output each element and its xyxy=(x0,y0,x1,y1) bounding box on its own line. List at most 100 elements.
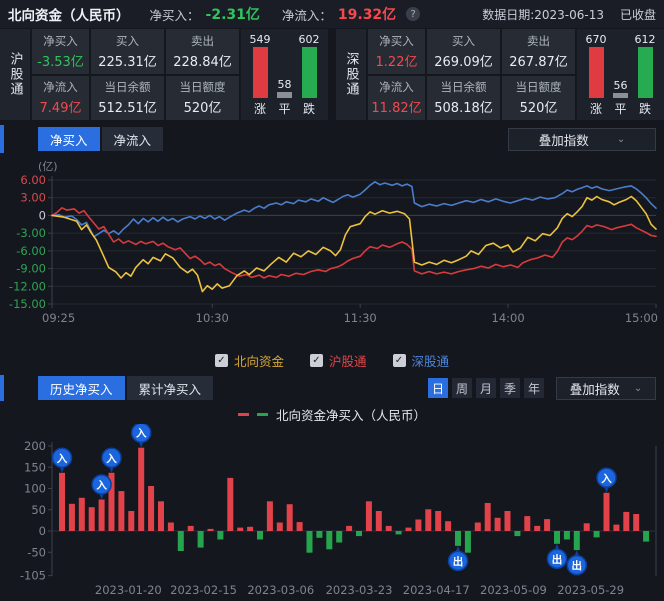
stat-value: 520亿 xyxy=(184,97,222,116)
tab-intraday-0[interactable]: 净买入 xyxy=(38,127,100,151)
y-tick-label: -6.00 xyxy=(16,244,46,258)
stat-label: 当日额度 xyxy=(516,79,562,95)
outflow-pin-marker[interactable]: 出 xyxy=(449,548,468,571)
pin-glyph: 入 xyxy=(57,453,68,465)
date-tick-label: 2023-03-23 xyxy=(326,583,393,597)
checkbox-checked-icon[interactable]: ✓ xyxy=(393,354,406,367)
net-buy-bar xyxy=(267,501,273,531)
stat-label: 买入 xyxy=(452,33,475,49)
overlay-index-dropdown-2[interactable]: 叠加指数 ⌄ xyxy=(556,377,656,400)
y-tick-label: 6.00 xyxy=(20,173,46,187)
data-date: 数据日期:2023-06-13 xyxy=(482,6,604,23)
updown-bar-flat xyxy=(613,93,628,98)
net-buy-bar xyxy=(415,520,421,532)
net-buy-bar xyxy=(158,501,164,531)
tab-intraday-1[interactable]: 净流入 xyxy=(102,127,164,151)
connect-panel-深股通: 深股通净买入1.22亿买入269.09亿卖出267.87亿净流入11.82亿当日… xyxy=(336,29,664,120)
pin-glyph: 入 xyxy=(96,480,107,492)
net-buy-bar xyxy=(326,531,332,549)
chevron-down-icon: ⌄ xyxy=(634,383,642,394)
stat-cell: 净流入7.49亿 xyxy=(32,76,89,121)
stat-value: 11.82亿 xyxy=(371,97,421,116)
net-buy-bar xyxy=(59,473,65,531)
y-tick-label: 200 xyxy=(24,439,46,453)
pin-glyph: 入 xyxy=(136,428,147,440)
net-buy-label: 净买入： xyxy=(150,5,200,24)
updown-count: 612 xyxy=(635,33,656,46)
bar-legend-label: 北向资金净买入（人民币） xyxy=(276,405,426,424)
net-buy-bar xyxy=(208,529,214,531)
net-buy-bar xyxy=(604,493,610,531)
tab-history-1[interactable]: 累计净买入 xyxy=(127,376,214,400)
net-buy-bar xyxy=(534,526,540,531)
y-tick-label: 0 xyxy=(39,524,46,538)
net-buy-bar xyxy=(316,531,322,538)
net-buy-bar xyxy=(227,478,233,531)
stat-cell: 净买入1.22亿 xyxy=(368,29,425,74)
legend-item-0[interactable]: ✓北向资金 xyxy=(215,351,284,370)
net-buy-bar xyxy=(247,527,253,531)
period-button-3[interactable]: 季 xyxy=(500,378,520,398)
outflow-pin-marker[interactable]: 出 xyxy=(548,546,567,569)
net-buy-bar xyxy=(217,531,223,540)
period-button-1[interactable]: 周 xyxy=(452,378,472,398)
help-icon[interactable]: ? xyxy=(406,7,420,21)
overlay-index-dropdown[interactable]: 叠加指数 ⌄ xyxy=(508,128,656,151)
net-buy-bar xyxy=(475,523,481,532)
inflow-pin-marker[interactable]: 入 xyxy=(597,468,616,491)
connect-panels: 沪股通净买入-3.53亿买入225.31亿卖出228.84亿净流入7.49亿当日… xyxy=(0,28,664,122)
stat-label: 卖出 xyxy=(191,33,214,49)
inflow-pin-marker[interactable]: 入 xyxy=(92,475,111,498)
net-buy-bar xyxy=(188,526,194,531)
stat-label: 当日余额 xyxy=(105,79,151,95)
tab-history-0[interactable]: 历史净买入 xyxy=(38,376,125,400)
date-tick-label: 2023-01-20 xyxy=(95,583,162,597)
period-button-2[interactable]: 月 xyxy=(476,378,496,398)
updown-label: 跌 xyxy=(639,100,651,117)
legend-item-2[interactable]: ✓深股通 xyxy=(393,351,450,370)
stat-value: 269.09亿 xyxy=(434,51,493,70)
stat-label: 卖出 xyxy=(527,33,550,49)
net-buy-bar xyxy=(633,514,639,531)
updown-col-down: 612 跌 xyxy=(635,33,656,117)
stat-value: 512.51亿 xyxy=(98,97,157,116)
updown-col-flat: 58平 xyxy=(277,33,292,117)
intraday-tabs: 净买入净流入 xyxy=(38,127,163,151)
legend-item-1[interactable]: ✓沪股通 xyxy=(310,351,367,370)
net-buy-bar xyxy=(584,523,590,531)
stat-cell: 当日余额508.18亿 xyxy=(427,76,500,121)
period-button-4[interactable]: 年 xyxy=(524,378,544,398)
updown-col-up: 549涨 xyxy=(250,33,271,117)
net-buy-bar xyxy=(366,501,372,531)
y-tick-label: -12.00 xyxy=(9,279,46,293)
stat-cell: 买入 269.09亿 xyxy=(427,29,500,74)
period-button-0[interactable]: 日 xyxy=(428,378,448,398)
net-buy-bar xyxy=(148,486,154,531)
inflow-pin-marker[interactable]: 入 xyxy=(102,448,121,471)
line-series-北向资金 xyxy=(52,197,656,292)
page-title: 北向资金（人民币） xyxy=(8,4,130,24)
intraday-line-chart: (亿)6.003.000-3.00-6.00-9.00-12.00-15.000… xyxy=(0,156,664,348)
outflow-pin-marker[interactable]: 出 xyxy=(567,552,586,575)
y-tick-label: 0 xyxy=(39,208,46,222)
date-tick-label: 2023-03-06 xyxy=(247,583,314,597)
net-buy-bar xyxy=(168,523,174,532)
connect-name-label: 沪股通 xyxy=(0,29,30,120)
stat-label: 净买入 xyxy=(43,33,78,49)
inflow-pin-marker[interactable]: 入 xyxy=(53,448,72,471)
x-tick-label: 09:25 xyxy=(42,311,75,325)
market-status: 已收盘 xyxy=(620,6,656,23)
y-tick-label: -9.00 xyxy=(16,262,46,276)
net-buy-bar xyxy=(594,531,600,537)
date-tick-label: 2023-02-15 xyxy=(170,583,237,597)
checkbox-checked-icon[interactable]: ✓ xyxy=(310,354,323,367)
stat-cell: 卖出267.87亿 xyxy=(502,29,575,74)
line-series-深股通 xyxy=(52,182,656,237)
stat-value: -3.53亿 xyxy=(37,51,84,70)
y-tick-label: -3.00 xyxy=(16,226,46,240)
inflow-pin-marker[interactable]: 入 xyxy=(132,424,151,446)
stat-label: 当日额度 xyxy=(180,79,226,95)
stat-cell: 当日余额 512.51亿 xyxy=(91,76,164,121)
net-buy-bar xyxy=(613,525,619,531)
checkbox-checked-icon[interactable]: ✓ xyxy=(215,354,228,367)
